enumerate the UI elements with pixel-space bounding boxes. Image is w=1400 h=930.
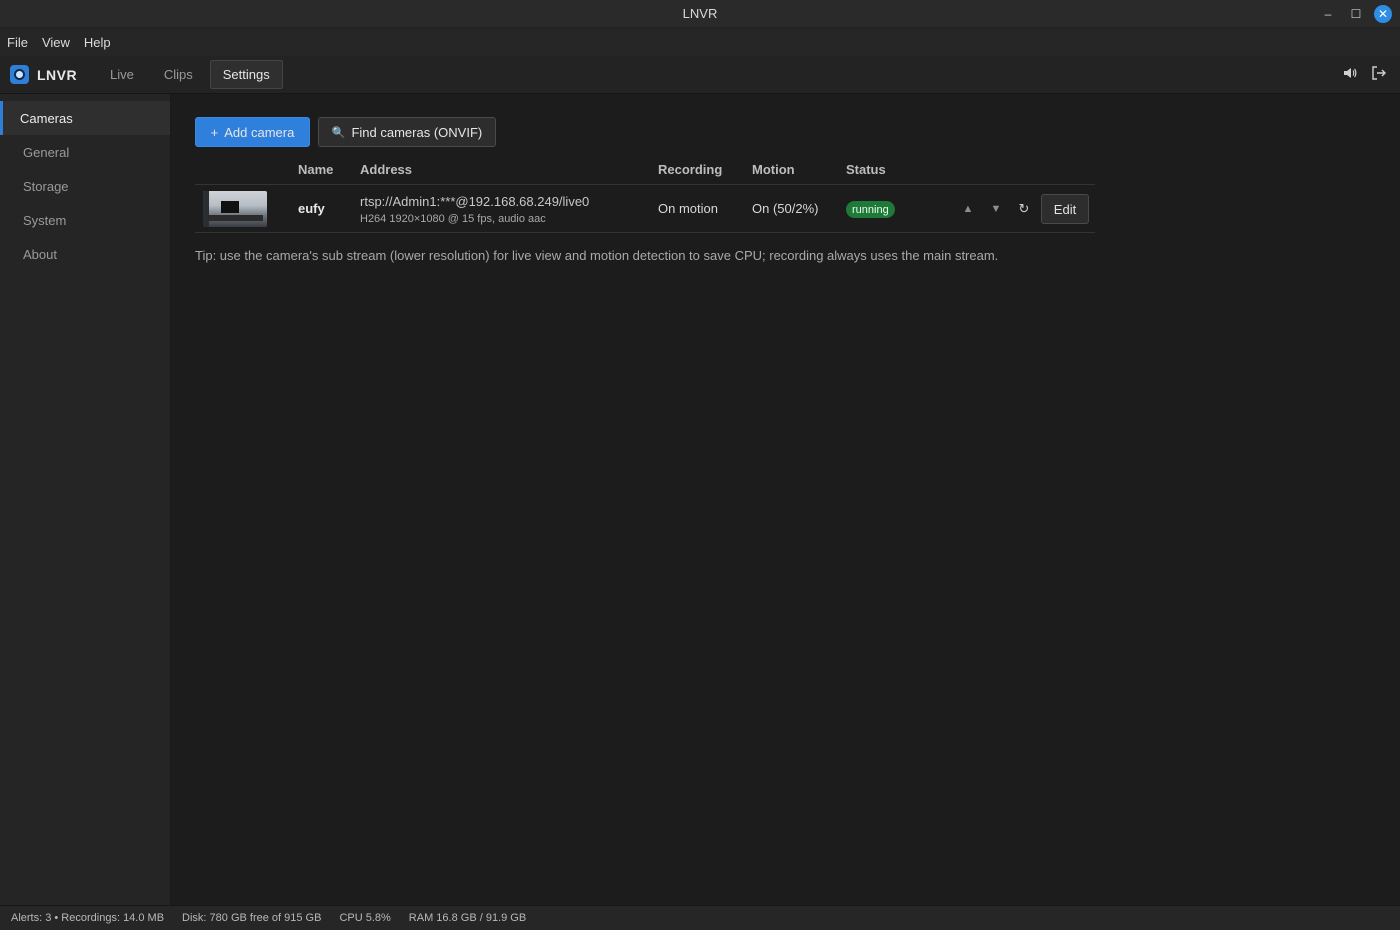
header-name: Name bbox=[298, 162, 334, 177]
sidebar-item-general[interactable]: General bbox=[0, 135, 170, 169]
camera-address: rtsp://Admin1:***@192.168.68.249/live0 bbox=[360, 194, 590, 209]
move-down-icon[interactable]: ▼ bbox=[985, 194, 1007, 224]
menu-help[interactable]: Help bbox=[84, 35, 111, 50]
close-icon[interactable]: ✕ bbox=[1374, 5, 1392, 23]
title-bar: LNVR – ☐ ✕ bbox=[0, 0, 1400, 28]
header-recording: Recording bbox=[658, 162, 723, 177]
menu-view[interactable]: View bbox=[42, 35, 70, 50]
camera-stream-info: H264 1920×1080 @ 15 fps, audio aac bbox=[360, 213, 546, 225]
tab-settings[interactable]: Settings bbox=[209, 60, 283, 89]
app-brand: LNVR bbox=[37, 66, 78, 83]
window-title: LNVR bbox=[682, 6, 718, 21]
camera-name: eufy bbox=[298, 201, 325, 216]
edit-button[interactable]: Edit bbox=[1041, 194, 1089, 224]
status-badge: running bbox=[846, 201, 895, 218]
logout-icon[interactable] bbox=[1371, 66, 1386, 83]
window-controls: – ☐ ✕ bbox=[1318, 4, 1392, 24]
app-logo: LNVR bbox=[10, 65, 77, 84]
table-header: Name Address Recording Motion Status bbox=[195, 153, 1095, 185]
add-camera-button[interactable]: + Add camera bbox=[195, 117, 310, 147]
cameras-panel: + Add camera 🔍 Find cameras (ONVIF) Name… bbox=[171, 94, 1400, 905]
camera-motion-setting: On (50/2%) bbox=[752, 201, 819, 216]
status-cpu: CPU 5.8% bbox=[339, 912, 391, 924]
find-cameras-label: Find cameras (ONVIF) bbox=[351, 124, 483, 140]
sidebar-item-storage[interactable]: Storage bbox=[0, 169, 170, 203]
add-camera-label: Add camera bbox=[224, 124, 295, 140]
menu-file[interactable]: File bbox=[7, 35, 28, 50]
status-ram: RAM 16.8 GB / 91.9 GB bbox=[408, 912, 527, 924]
move-up-icon[interactable]: ▲ bbox=[957, 194, 979, 224]
maximize-icon[interactable]: ☐ bbox=[1346, 4, 1366, 24]
status-disk: Disk: 780 GB free of 915 GB bbox=[182, 912, 322, 924]
status-alerts: Alerts: 3 • Recordings: 14.0 MB bbox=[11, 912, 165, 924]
header-actions bbox=[1343, 66, 1386, 83]
main-tabs: Live Clips Settings bbox=[97, 60, 283, 89]
app-header: LNVR Live Clips Settings bbox=[0, 56, 1400, 94]
header-motion: Motion bbox=[752, 162, 795, 177]
sidebar-item-about[interactable]: About bbox=[0, 237, 170, 271]
status-bar: Alerts: 3 • Recordings: 14.0 MB Disk: 78… bbox=[0, 905, 1400, 930]
sidebar-item-cameras[interactable]: Cameras bbox=[0, 101, 170, 135]
camera-recording-mode: On motion bbox=[658, 201, 718, 216]
camera-logo-icon bbox=[10, 65, 29, 84]
search-icon: 🔍 bbox=[331, 126, 346, 139]
menu-bar: File View Help bbox=[0, 28, 1400, 56]
table-row: eufy rtsp://Admin1:***@192.168.68.249/li… bbox=[195, 185, 1095, 233]
sidebar-item-system[interactable]: System bbox=[0, 203, 170, 237]
header-address: Address bbox=[360, 162, 413, 177]
settings-sidebar: Cameras General Storage System About bbox=[0, 94, 171, 905]
camera-thumbnail bbox=[203, 191, 267, 227]
restart-icon[interactable]: ↻ bbox=[1013, 194, 1035, 224]
speaker-icon[interactable] bbox=[1343, 66, 1357, 83]
cameras-table: Name Address Recording Motion Status euf… bbox=[195, 153, 1095, 233]
tab-live[interactable]: Live bbox=[97, 60, 147, 89]
row-actions: ▲ ▼ ↻ Edit bbox=[957, 194, 1089, 224]
tab-clips[interactable]: Clips bbox=[151, 60, 206, 89]
find-cameras-button[interactable]: 🔍 Find cameras (ONVIF) bbox=[318, 117, 496, 147]
header-status: Status bbox=[846, 162, 886, 177]
plus-icon: + bbox=[210, 124, 219, 140]
minimize-icon[interactable]: – bbox=[1318, 4, 1338, 24]
tip-text: Tip: use the camera's sub stream (lower … bbox=[195, 248, 999, 263]
